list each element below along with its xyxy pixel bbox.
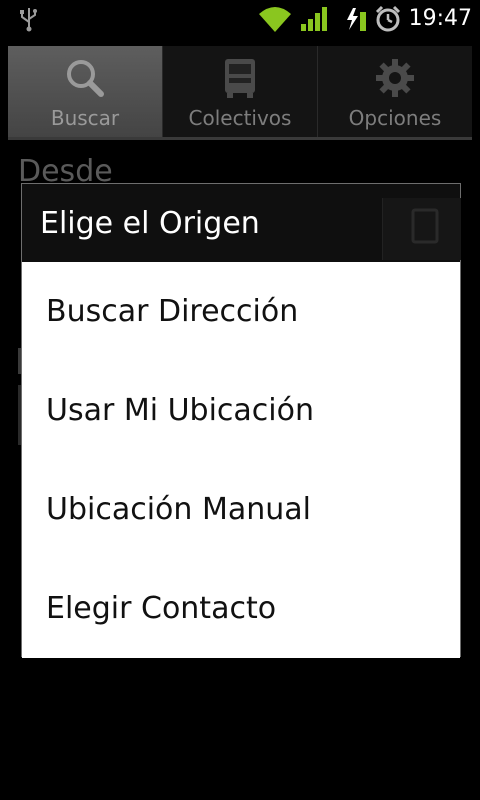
tab-underline xyxy=(8,137,472,140)
tab-label: Buscar xyxy=(50,106,120,130)
status-time: 19:47 xyxy=(408,6,472,31)
option-search-address[interactable]: Buscar Dirección xyxy=(22,262,460,361)
signal-icon xyxy=(301,7,327,31)
gear-icon xyxy=(376,59,414,97)
dialog-header: Elige el Origen xyxy=(22,184,461,262)
tab-label: Colectivos xyxy=(188,106,292,130)
choose-origin-dialog: Elige el Origen Buscar Dirección Usar Mi… xyxy=(21,183,461,658)
alarm-icon xyxy=(375,5,401,32)
battery-charging-icon xyxy=(347,8,366,31)
bus-icon xyxy=(225,59,255,98)
screen: 19:47 Buscar Colectivos Opciones Desde E… xyxy=(0,0,480,800)
usb-icon xyxy=(20,8,37,32)
status-bar: 19:47 xyxy=(0,0,480,38)
tab-bar: Buscar Colectivos Opciones xyxy=(8,46,472,138)
wifi-icon xyxy=(259,7,291,32)
dialog-title: Elige el Origen xyxy=(40,206,260,241)
dialog-options-list: Buscar Dirección Usar Mi Ubicación Ubica… xyxy=(22,262,460,658)
contact-book-icon xyxy=(411,208,439,244)
option-choose-contact[interactable]: Elegir Contacto xyxy=(22,559,460,658)
option-use-my-location[interactable]: Usar Mi Ubicación xyxy=(22,361,460,460)
tab-colectivos[interactable]: Colectivos xyxy=(162,46,317,138)
option-manual-location[interactable]: Ubicación Manual xyxy=(22,460,460,559)
tab-label: Opciones xyxy=(348,106,442,130)
tab-buscar[interactable]: Buscar xyxy=(8,46,162,138)
tab-opciones[interactable]: Opciones xyxy=(317,46,472,138)
search-icon xyxy=(67,60,104,97)
